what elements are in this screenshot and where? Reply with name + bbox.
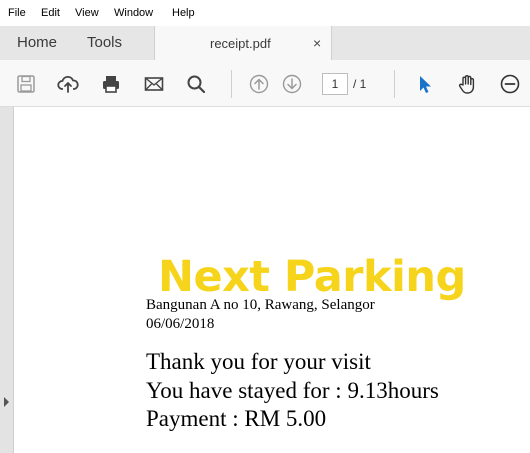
menu-bar: File Edit View Window Help	[0, 0, 530, 26]
tab-home[interactable]: Home	[17, 34, 57, 52]
save-icon[interactable]	[15, 73, 37, 95]
print-icon[interactable]	[100, 73, 122, 95]
search-icon[interactable]	[185, 73, 207, 95]
toolbar: 1 / 1	[0, 60, 530, 107]
menu-edit[interactable]: Edit	[41, 6, 60, 20]
menu-view[interactable]: View	[75, 6, 99, 20]
hand-tool-icon[interactable]	[456, 73, 478, 95]
tab-document[interactable]: receipt.pdf ×	[154, 26, 332, 60]
zoom-out-icon[interactable]	[499, 73, 521, 95]
receipt-thanks: Thank you for your visit	[146, 349, 371, 374]
page-up-icon[interactable]	[248, 73, 270, 95]
cloud-upload-icon[interactable]	[57, 73, 79, 95]
close-tab-icon[interactable]: ×	[313, 35, 321, 51]
toolbar-separator	[394, 70, 395, 98]
menu-window[interactable]: Window	[114, 6, 153, 20]
email-icon[interactable]	[143, 73, 165, 95]
tab-document-title: receipt.pdf	[210, 36, 271, 51]
receipt-payment: Payment : RM 5.00	[146, 406, 327, 431]
tab-tools[interactable]: Tools	[87, 34, 122, 52]
receipt-date: 06/06/2018	[146, 316, 215, 332]
tab-bar: Home Tools receipt.pdf ×	[0, 26, 530, 60]
expand-arrow-icon[interactable]	[4, 397, 9, 407]
navigation-pane-toggle[interactable]	[0, 107, 14, 453]
receipt-address: Bangunan A no 10, Rawang, Selangor	[146, 297, 375, 313]
menu-help[interactable]: Help	[172, 6, 195, 20]
select-cursor-icon[interactable]	[414, 73, 436, 95]
page-down-icon[interactable]	[281, 73, 303, 95]
toolbar-separator	[231, 70, 232, 98]
page-total: / 1	[353, 77, 367, 91]
brand-logo: Next Parking	[158, 252, 466, 302]
menu-file[interactable]: File	[8, 6, 26, 20]
page-number-input[interactable]: 1	[322, 73, 348, 95]
receipt-stay-duration: You have stayed for : 9.13hours	[146, 378, 439, 403]
